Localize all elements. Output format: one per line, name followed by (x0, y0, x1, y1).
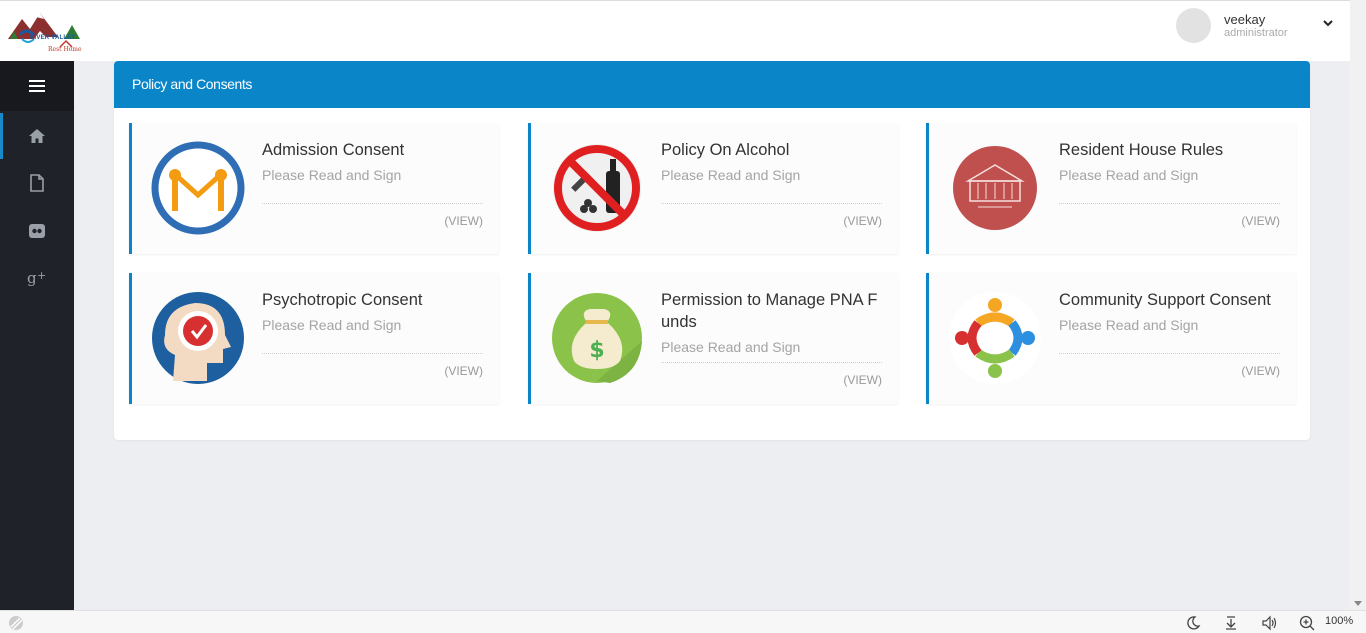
card-permission-pna-funds[interactable]: $ Permission to Manage PNA Funds Please … (528, 273, 898, 404)
card-admission-consent[interactable]: Admission Consent Please Read and Sign (… (129, 123, 499, 254)
card-policy-on-alcohol[interactable]: Policy On Alcohol Please Read and Sign (… (528, 123, 898, 254)
menu-toggle-button[interactable] (0, 61, 74, 111)
user-role: administrator (1224, 27, 1288, 39)
no-alcohol-icon (553, 144, 641, 232)
view-link[interactable]: (VIEW) (444, 364, 483, 378)
night-mode-icon[interactable] (1185, 615, 1201, 631)
policy-panel: Policy and Consents Admission Consent Pl… (114, 61, 1310, 440)
view-link[interactable]: (VIEW) (843, 214, 882, 228)
brand-logo[interactable]: RIVER VALLEY Rest Home (6, 9, 86, 57)
hamburger-icon (29, 80, 45, 92)
logo-line-2: Rest Home (48, 46, 82, 53)
svg-text:$: $ (589, 338, 604, 363)
view-link[interactable]: (VIEW) (1241, 214, 1280, 228)
download-icon[interactable] (1223, 615, 1239, 631)
card-resident-house-rules[interactable]: Resident House Rules Please Read and Sig… (926, 123, 1296, 254)
volume-icon[interactable] (1261, 615, 1279, 631)
sidebar-item-flickr[interactable] (0, 208, 74, 254)
chevron-down-icon[interactable] (1321, 16, 1335, 30)
panel-header: Policy and Consents (114, 61, 1310, 108)
home-icon (29, 129, 45, 143)
browser-status-bar: 100% (0, 610, 1366, 633)
vertical-scrollbar[interactable] (1350, 0, 1366, 610)
top-header: RIVER VALLEY Rest Home veekay administra… (0, 0, 1350, 61)
sidebar: g + (0, 61, 74, 610)
admission-consent-icon (151, 141, 245, 235)
card-psychotropic-consent[interactable]: Psychotropic Consent Please Read and Sig… (129, 273, 499, 404)
view-link[interactable]: (VIEW) (1241, 364, 1280, 378)
card-subtitle: Please Read and Sign (661, 339, 801, 355)
sidebar-item-home[interactable] (0, 113, 74, 159)
card-subtitle: Please Read and Sign (262, 167, 402, 183)
user-menu[interactable]: veekay administrator (1176, 7, 1336, 47)
card-subtitle: Please Read and Sign (1059, 167, 1199, 183)
zoom-in-icon[interactable] (1299, 615, 1315, 631)
card-subtitle: Please Read and Sign (661, 167, 801, 183)
avatar[interactable] (1176, 8, 1211, 43)
view-link[interactable]: (VIEW) (843, 373, 882, 387)
sidebar-item-google-plus[interactable]: g + (0, 255, 74, 301)
card-title: Psychotropic Consent (262, 291, 423, 309)
card-title: Admission Consent (262, 141, 405, 159)
zoom-level[interactable]: 100% (1325, 615, 1353, 627)
logo-line-1: RIVER VALLEY (30, 35, 76, 41)
file-icon (30, 174, 44, 192)
card-community-support-consent[interactable]: Community Support Consent Please Read an… (926, 273, 1296, 404)
card-subtitle: Please Read and Sign (262, 317, 402, 333)
google-plus-icon: g + (27, 269, 46, 287)
community-icon (949, 292, 1041, 384)
flickr-icon (29, 224, 45, 238)
panel-title: Policy and Consents (132, 76, 253, 92)
sidebar-item-documents[interactable] (0, 160, 74, 206)
svg-text:g: g (27, 269, 37, 287)
card-subtitle: Please Read and Sign (1059, 317, 1199, 333)
money-bag-icon: $ (552, 293, 642, 383)
card-title: Policy On Alcohol (661, 141, 790, 159)
card-title: Resident House Rules (1059, 141, 1224, 159)
status-globe-icon[interactable] (8, 615, 24, 631)
psychotropic-icon (152, 292, 244, 384)
svg-text:+: + (37, 269, 46, 282)
view-link[interactable]: (VIEW) (444, 214, 483, 228)
house-rules-icon (953, 146, 1037, 230)
card-title: Permission to Manage PNA Funds (661, 291, 878, 331)
card-title: Community Support Consent (1059, 291, 1271, 309)
user-name: veekay (1224, 12, 1266, 27)
